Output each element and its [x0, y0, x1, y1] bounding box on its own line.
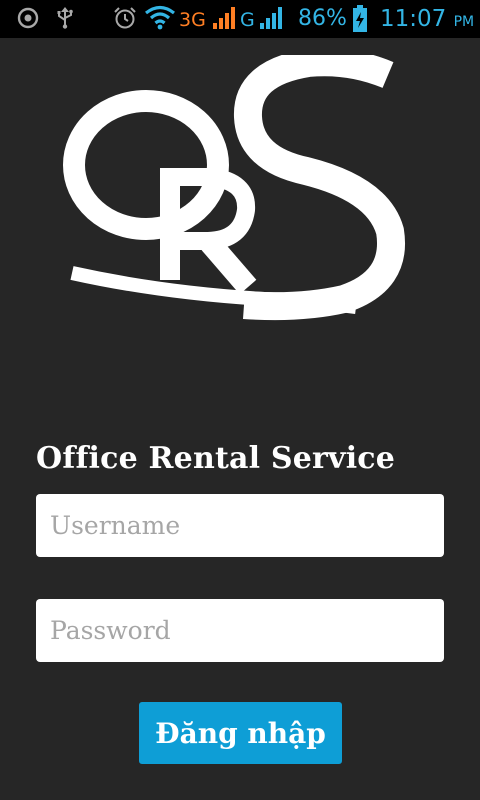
signal-icon	[259, 6, 285, 34]
wifi-icon	[144, 5, 176, 35]
clock-time: 11:07	[380, 6, 447, 32]
app-title: Office Rental Service	[36, 441, 396, 476]
clock: 11:07 PM	[380, 5, 474, 36]
battery-charging-icon	[352, 5, 368, 37]
username-field[interactable]	[36, 494, 444, 557]
battery-percent: 86%	[298, 6, 347, 31]
status-bar: 3G G 86% 11:07 PM	[0, 0, 480, 38]
signal-icon	[212, 6, 238, 34]
clock-ampm: PM	[453, 14, 475, 30]
password-field[interactable]	[36, 599, 444, 662]
alarm-icon	[113, 6, 137, 34]
login-button[interactable]: Đăng nhập	[139, 702, 342, 764]
network-3g-label: 3G	[179, 9, 206, 31]
ors-logo	[60, 48, 420, 325]
network-g-label: G	[240, 9, 255, 31]
usb-icon	[55, 6, 75, 34]
ors-logo-graphic	[63, 48, 405, 321]
target-icon	[16, 6, 40, 34]
